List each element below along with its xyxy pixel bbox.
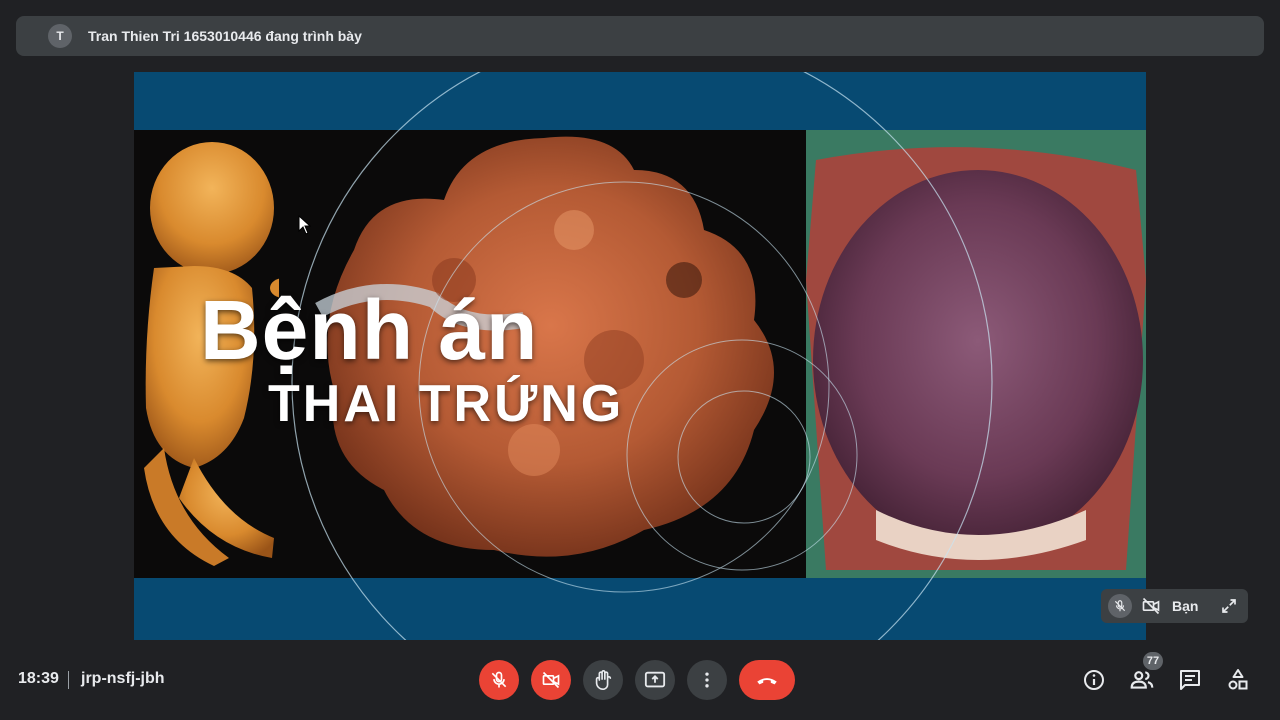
- raise-hand-button[interactable]: [583, 660, 623, 700]
- chat-icon: [1180, 670, 1200, 690]
- clock: 18:39: [18, 670, 59, 687]
- shared-screen: Bệnh án THAI TRỨNG: [134, 72, 1146, 640]
- self-camera-off-icon: [1140, 595, 1162, 617]
- bottom-divider: [68, 671, 69, 689]
- more-options-button[interactable]: [687, 660, 727, 700]
- self-view-tile[interactable]: Bạn: [1101, 589, 1248, 623]
- present-screen-icon: [644, 671, 666, 688]
- info-icon: [1084, 670, 1104, 690]
- mic-off-icon: [491, 671, 507, 688]
- slide-title: Bệnh án: [200, 283, 539, 377]
- slide-photo-right: [806, 130, 1146, 578]
- presenter-banner-text: Tran Thien Tri 1653010446 đang trình bày: [88, 28, 362, 44]
- meeting-info-button[interactable]: [1080, 666, 1108, 694]
- presenter-avatar: T: [48, 24, 72, 48]
- more-vert-icon: [705, 672, 709, 688]
- expand-icon[interactable]: [1218, 595, 1240, 617]
- people-button[interactable]: [1128, 666, 1156, 694]
- self-name-label: Bạn: [1172, 598, 1199, 614]
- slide-subtitle: THAI TRỨNG: [268, 375, 625, 433]
- activities-button[interactable]: [1224, 666, 1252, 694]
- participant-count-badge: 77: [1143, 652, 1163, 670]
- presenter-banner: T Tran Thien Tri 1653010446 đang trình b…: [16, 16, 1264, 56]
- present-button[interactable]: [635, 660, 675, 700]
- leave-call-button[interactable]: [739, 660, 795, 700]
- hangup-icon: [757, 678, 777, 685]
- mouse-cursor-icon: [298, 215, 312, 235]
- mic-toggle-button[interactable]: [479, 660, 519, 700]
- self-mic-off-icon: [1108, 594, 1132, 618]
- hand-icon: [595, 670, 612, 690]
- people-icon: [1130, 671, 1154, 689]
- camera-off-icon: [542, 671, 560, 689]
- mole-image: [806, 147, 1146, 570]
- camera-toggle-button[interactable]: [531, 660, 571, 700]
- activities-icon: [1228, 669, 1248, 690]
- meeting-code: jrp-nsfj-jbh: [81, 670, 165, 687]
- chat-button[interactable]: [1176, 666, 1204, 694]
